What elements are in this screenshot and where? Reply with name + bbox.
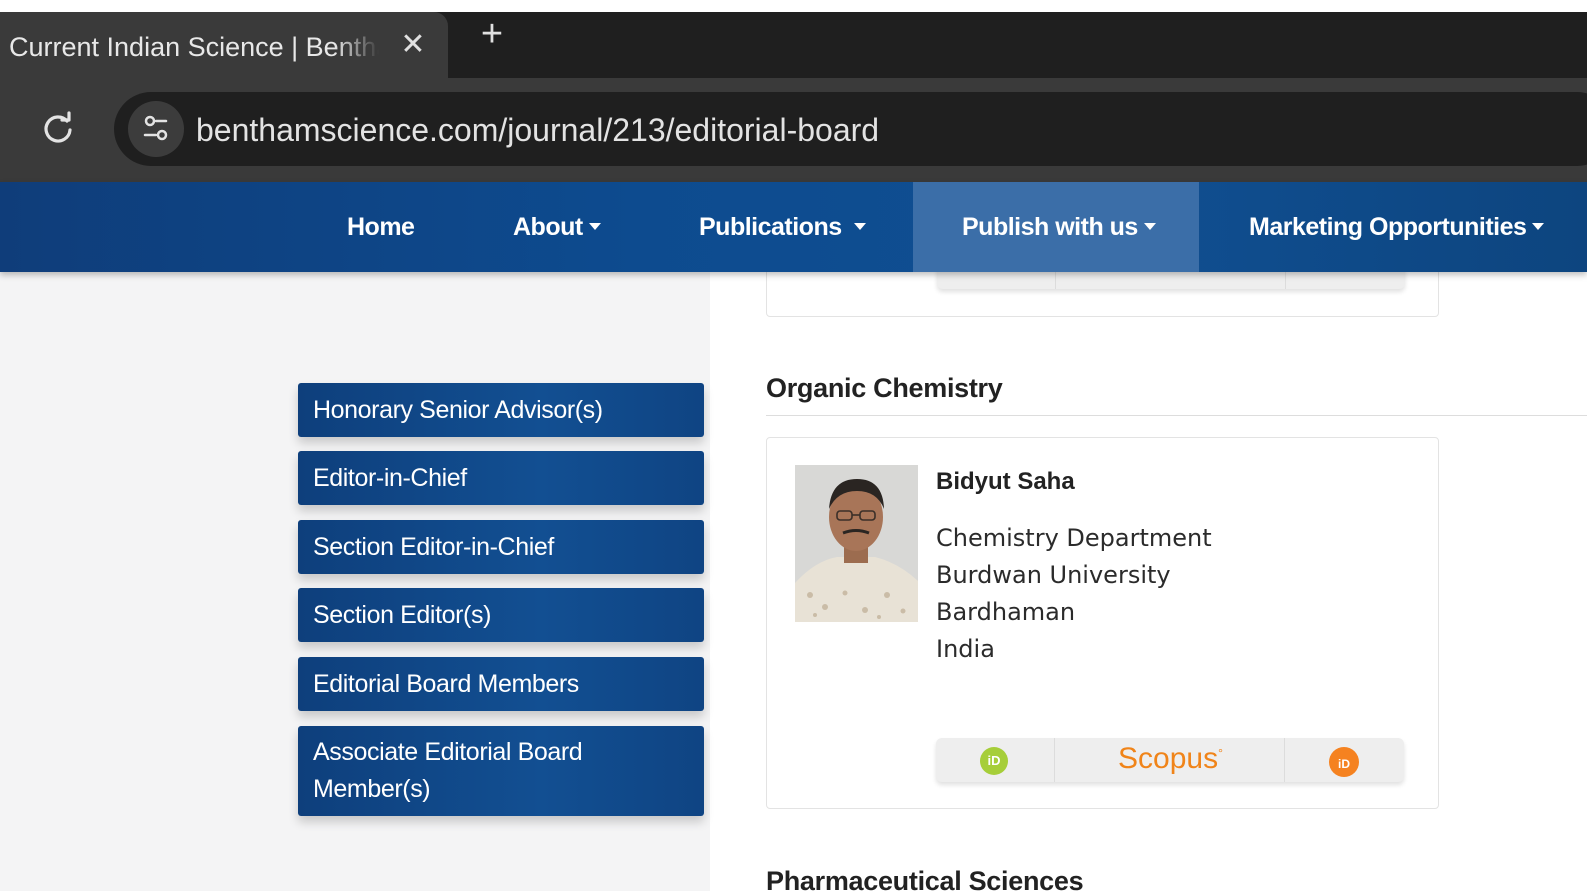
address-bar[interactable]: benthamscience.com/journal/213/editorial… [114, 92, 1587, 166]
caret-down-icon [588, 222, 601, 230]
site-info-icon[interactable] [128, 101, 184, 157]
sidebar-item-label: Editor-in-Chief [313, 464, 467, 492]
site-navigation: Home About Publications Publish with us … [0, 182, 1587, 272]
nav-publications[interactable]: Publications [699, 182, 866, 272]
nav-about[interactable]: About [513, 182, 601, 272]
reload-icon[interactable] [38, 108, 78, 148]
browser-tab[interactable]: Current Indian Science | Bentham Science… [0, 12, 448, 78]
nav-marketing-label: Marketing Opportunities [1249, 213, 1527, 241]
member-photo [795, 465, 918, 622]
sidebar-item-editor-in-chief[interactable]: Editor-in-Chief [298, 451, 704, 505]
caret-down-icon [853, 222, 866, 230]
profile-links-bar: iD Scopus° iD [936, 738, 1404, 782]
nav-about-label: About [513, 213, 583, 241]
affiliation-line: Burdwan University [936, 561, 1171, 589]
divider [1284, 738, 1285, 782]
nav-publish-with-us-label: Publish with us [962, 213, 1138, 241]
nav-publish-with-us[interactable]: Publish with us [962, 182, 1156, 272]
scopus-label: Scopus [1118, 742, 1219, 775]
divider [1054, 738, 1055, 782]
nav-home-label: Home [347, 213, 415, 241]
tab-close-icon[interactable]: ✕ [398, 28, 428, 62]
url-text[interactable]: benthamscience.com/journal/213/editorial… [196, 112, 879, 149]
sidebar-item-editorial-board-members[interactable]: Editorial Board Members [298, 657, 704, 711]
browser-toolbar: benthamscience.com/journal/213/editorial… [0, 78, 1587, 182]
browser-tab-strip: Current Indian Science | Bentham Science… [0, 0, 1587, 78]
affiliation-line: Bardhaman [936, 598, 1076, 626]
new-tab-icon[interactable]: + [476, 14, 508, 54]
publons-icon[interactable]: iD [1329, 747, 1359, 777]
section-divider [766, 415, 1587, 416]
sidebar-item-label: Section Editor(s) [313, 601, 491, 629]
member-name: Bidyut Saha [936, 468, 1075, 495]
orcid-icon[interactable]: iD [980, 747, 1008, 775]
caret-down-icon [1143, 222, 1156, 230]
sidebar-item-label: Section Editor-in-Chief [313, 533, 554, 561]
section-title: Organic Chemistry [766, 373, 1003, 403]
affiliation-line: India [936, 635, 995, 663]
sidebar-item-label: Honorary Senior Advisor(s) [313, 396, 603, 424]
sidebar-item-associate-editorial-board-members[interactable]: Associate Editorial Board Member(s) [298, 726, 704, 816]
sidebar-item-section-editor-in-chief[interactable]: Section Editor-in-Chief [298, 520, 704, 574]
nav-home[interactable]: Home [347, 182, 415, 272]
nav-marketing-opportunities[interactable]: Marketing Opportunities [1249, 182, 1545, 272]
sidebar-item-label: Associate Editorial Board Member(s) [313, 738, 583, 803]
sidebar-item-section-editors[interactable]: Section Editor(s) [298, 588, 704, 642]
sidebar-item-label: Editorial Board Members [313, 670, 579, 698]
window-top-edge [0, 0, 1587, 12]
scopus-link[interactable]: Scopus° [1118, 742, 1223, 776]
tab-title: Current Indian Science | Bentham Science [9, 32, 379, 62]
section-title: Pharmaceutical Sciences [766, 866, 1084, 891]
nav-publications-label: Publications [699, 213, 842, 241]
affiliation-line: Chemistry Department [936, 524, 1212, 552]
caret-down-icon [1532, 222, 1545, 230]
sidebar-item-honorary-senior-advisors[interactable]: Honorary Senior Advisor(s) [298, 383, 704, 437]
